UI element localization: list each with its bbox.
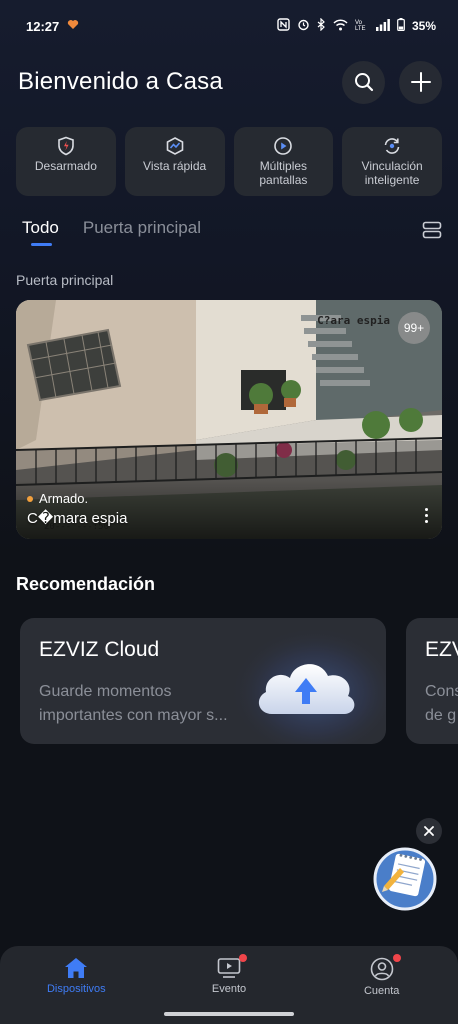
signal-icon	[375, 18, 390, 34]
armed-dot	[27, 495, 33, 502]
heart-icon	[67, 19, 79, 33]
home-indicator[interactable]	[164, 1012, 294, 1016]
quick-action-multi-screen[interactable]: Múltiples pantallas	[233, 127, 334, 196]
description-line: Guarde momentos	[39, 683, 172, 700]
quick-action-quick-view[interactable]: Vista rápida	[124, 127, 225, 196]
nav-label: Cuenta	[363, 985, 400, 997]
quick-action-smart-link[interactable]: Vinculación inteligente	[342, 127, 442, 196]
bluetooth-icon	[317, 17, 326, 34]
event-count-badge[interactable]: 99+	[398, 312, 430, 344]
tab-label: Todo	[22, 218, 59, 237]
nav-devices[interactable]: Dispositivos	[0, 946, 153, 1024]
status-icons: Vo LTE 35%	[277, 17, 436, 34]
tab-front-door[interactable]: Puerta principal	[83, 218, 201, 248]
status-bar: 12:27 Vo LTE 35%	[0, 0, 458, 52]
list-view-icon	[422, 221, 442, 239]
notes-floating-button[interactable]	[372, 846, 438, 917]
volte-icon: Vo LTE	[355, 18, 369, 34]
event-icon	[217, 958, 241, 978]
close-floating-button[interactable]	[416, 818, 442, 844]
recommendation-heading: EZVIZ Cloud	[39, 638, 160, 661]
tab-bar: Todo Puerta principal	[22, 218, 442, 252]
header: Bienvenido a Casa	[18, 60, 442, 104]
notepad-icon	[373, 847, 437, 911]
section-label: Puerta principal	[16, 272, 114, 288]
status-time: 12:27	[26, 18, 60, 34]
nav-label: Evento	[211, 983, 247, 995]
add-icon	[410, 72, 431, 92]
description-line: Cons	[425, 683, 458, 700]
more-dot	[425, 520, 428, 523]
camera-card[interactable]: C?ara espia 99+ Armado. 20--- ---:50 C�m…	[16, 300, 442, 539]
home-icon	[65, 958, 88, 978]
svg-text:LTE: LTE	[355, 26, 366, 31]
quick-action-label: Múltiples pantallas	[259, 159, 308, 187]
recommendation-description: Guarde momentos importantes con mayor s.…	[39, 680, 254, 728]
sync-icon	[384, 138, 400, 154]
quick-action-label: Desarmado	[34, 159, 97, 173]
tab-label: Puerta principal	[82, 218, 201, 237]
quick-actions: Desarmado Vista rápida Múltiples pantall…	[16, 127, 442, 196]
recommendation-card-next[interactable]: EZVI Cons de g	[406, 618, 458, 744]
quick-view-icon	[166, 137, 183, 155]
camera-status: Armado.	[27, 491, 88, 506]
layout-toggle-button[interactable]	[422, 220, 442, 245]
account-notification-dot	[393, 954, 402, 962]
camera-more-button[interactable]	[425, 508, 428, 523]
tab-all[interactable]: Todo	[22, 218, 59, 248]
recommendation-card-ezviz-cloud[interactable]: EZVIZ Cloud Guarde momentos importantes …	[20, 618, 386, 744]
account-icon	[370, 957, 393, 981]
shield-icon	[58, 136, 74, 156]
more-dot	[425, 514, 428, 517]
more-dot	[425, 508, 428, 511]
tab-active-indicator	[31, 243, 52, 246]
nav-label: Dispositivos	[46, 983, 106, 995]
camera-status-text: Armado.	[39, 491, 89, 506]
alarm-icon	[297, 18, 310, 34]
nav-account[interactable]: Cuenta	[305, 946, 458, 1024]
camera-name: C�mara espia	[27, 510, 128, 527]
wifi-icon	[333, 18, 348, 34]
recommendation-heading: EZVI	[425, 638, 458, 661]
search-icon	[354, 73, 373, 92]
add-button[interactable]	[399, 60, 442, 104]
event-notification-dot	[238, 954, 247, 962]
page-title: Bienvenido a Casa	[18, 68, 223, 95]
quick-action-label: Vista rápida	[143, 159, 207, 173]
description-line: importantes con mayor s...	[39, 707, 228, 724]
search-button[interactable]	[342, 60, 385, 104]
header-actions	[342, 60, 442, 104]
close-icon	[424, 826, 434, 836]
recommendation-title: Recomendación	[16, 574, 156, 594]
battery-icon	[397, 18, 405, 34]
battery-level: 35%	[411, 19, 436, 33]
play-icon	[274, 137, 293, 155]
nfc-icon	[277, 18, 290, 34]
quick-action-disarmed[interactable]: Desarmado	[16, 127, 116, 196]
quick-action-label: Vinculación inteligente	[361, 159, 423, 187]
description-line: de g	[425, 707, 457, 724]
recommendation-description: Cons de g	[425, 680, 458, 728]
camera-overlay-text: C?ara espia	[317, 314, 390, 327]
